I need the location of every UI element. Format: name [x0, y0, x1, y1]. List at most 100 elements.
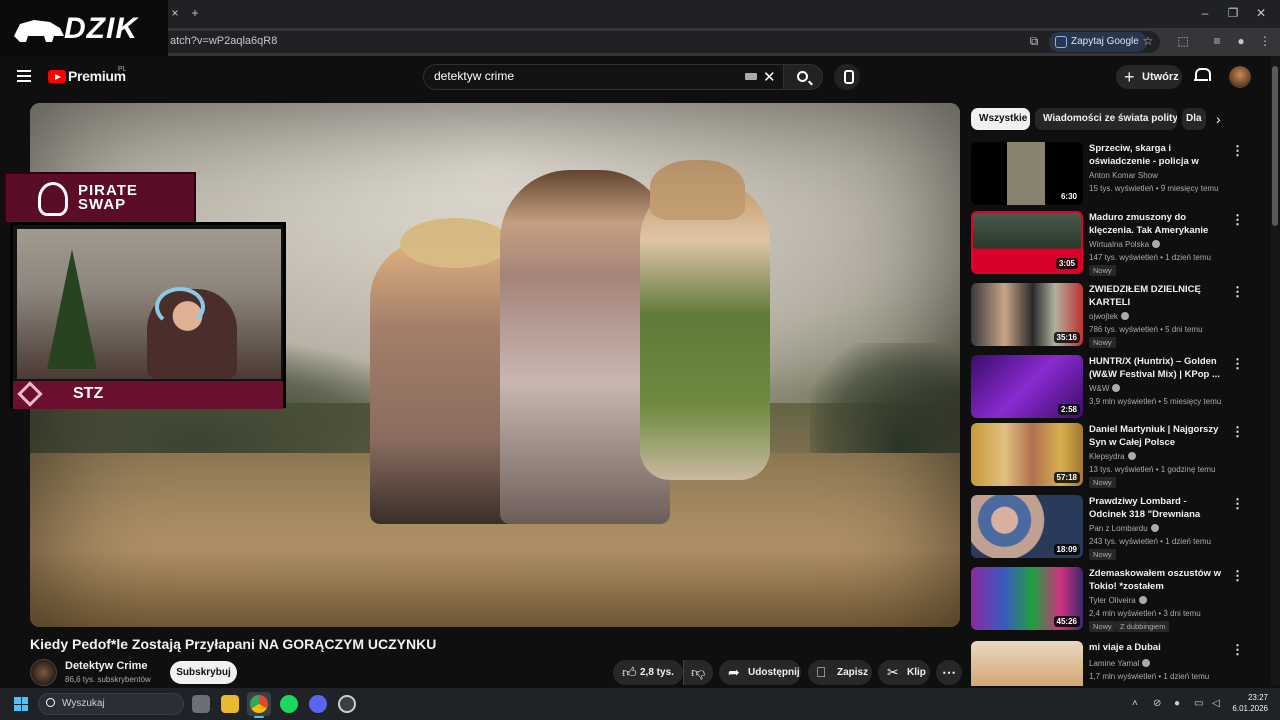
recommendation-item[interactable]: 3:05 Maduro zmuszony do klęczenia. Tak A… [971, 211, 1244, 277]
bookmark-star-icon[interactable]: ☆ [1141, 34, 1155, 48]
video-thumbnail[interactable]: 6:30 [971, 142, 1083, 205]
keyboard-icon[interactable] [745, 73, 757, 80]
more-vertical-icon[interactable]: ⋮ [1231, 642, 1243, 658]
chrome-icon[interactable] [250, 695, 268, 713]
recommendation-item[interactable]: 2:58 HUNTR/X (Huntrix) – Golden (W&W Fes… [971, 355, 1244, 421]
volume-icon[interactable]: ◁ [1212, 698, 1220, 709]
save-button[interactable]: ⎕ Zapisz [808, 660, 872, 685]
more-vertical-icon[interactable]: ⋮ [1231, 356, 1244, 372]
chip-for-you[interactable]: Dla [1182, 108, 1206, 130]
more-vertical-icon[interactable]: ⋮ [1231, 568, 1244, 584]
like-button[interactable]: 👍︎ 2,8 tys. [613, 660, 683, 685]
video-thumbnail[interactable]: 57:18 [971, 423, 1083, 486]
video-thumbnail[interactable]: 18:09 [971, 495, 1083, 558]
task-view-icon[interactable] [192, 695, 210, 713]
create-button[interactable]: + Utwórz [1116, 65, 1182, 89]
search-input-value[interactable]: detektyw crime [434, 69, 514, 83]
recommendation-item[interactable]: 35:16 ZWIEDZIŁEM DZIELNICĘ KARTELI ojwoj… [971, 283, 1244, 349]
recommendation-channel[interactable]: W&W [1089, 384, 1121, 393]
spotify-icon[interactable] [280, 695, 298, 713]
recommendation-item[interactable]: 45:26 Zdemaskowałem oszustów w Tokio! *z… [971, 567, 1244, 633]
recommendation-channel[interactable]: Pan z Lombardu [1089, 524, 1159, 533]
install-app-icon[interactable]: ⧉ [1027, 34, 1041, 48]
more-actions-button[interactable]: ⋯ [936, 660, 962, 685]
media-control-icon[interactable]: ≡ [1210, 34, 1224, 48]
window-close-icon[interactable]: ✕ [1254, 6, 1268, 20]
video-thumbnail[interactable]: 45:26 [971, 567, 1083, 630]
scrollbar-thumb[interactable] [1272, 66, 1278, 226]
profile-icon[interactable]: ● [1234, 34, 1248, 48]
video-thumbnail[interactable] [971, 641, 1083, 686]
recommendation-item[interactable]: mi viaje a Dubai Lamine Yamal 1,7 mln wy… [971, 641, 1243, 686]
address-bar[interactable] [150, 31, 1160, 53]
discord-icon[interactable] [309, 695, 327, 713]
display-icon[interactable]: ▭ [1194, 698, 1203, 709]
more-vertical-icon[interactable]: ⋮ [1231, 284, 1244, 300]
recommendation-channel-name: Lamine Yamal [1089, 659, 1140, 668]
channel-name[interactable]: Detektyw Crime [65, 660, 148, 672]
tray-chevron-icon[interactable]: ˄ [1132, 698, 1138, 709]
more-vertical-icon[interactable]: ⋮ [1231, 143, 1244, 159]
dislike-button[interactable]: 👎︎ [683, 660, 713, 685]
ask-google-button[interactable]: Zapytaj Google [1049, 32, 1147, 52]
recommendation-item[interactable]: 6:30 Sprzeciw, skarga i oświadczenie - p… [971, 142, 1244, 208]
chip-politics[interactable]: Wiadomości ze świata polityki [1035, 108, 1177, 130]
recommendation-channel[interactable]: Klepsydra [1089, 452, 1136, 461]
extensions-icon[interactable]: ⬚ [1176, 34, 1190, 48]
chevron-right-icon[interactable]: › [1216, 111, 1221, 127]
boar-icon [14, 20, 64, 42]
recommendation-title[interactable]: HUNTR/X (Huntrix) – Golden (W&W Festival… [1089, 355, 1225, 381]
recommendation-item[interactable]: 18:09 Prawdziwy Lombard - Odcinek 318 "D… [971, 495, 1244, 561]
headset-icon [155, 287, 205, 327]
file-explorer-icon[interactable] [221, 695, 239, 713]
obs-icon[interactable] [338, 695, 356, 713]
more-vertical-icon[interactable]: ⋮ [1231, 212, 1244, 228]
recommendation-title[interactable]: mi viaje a Dubai [1089, 641, 1225, 654]
menu-icon[interactable] [17, 70, 31, 82]
video-thumbnail[interactable]: 2:58 [971, 355, 1083, 418]
windows-start-icon[interactable] [14, 697, 28, 711]
search-button[interactable] [783, 64, 823, 90]
recommendation-channel[interactable]: Lamine Yamal [1089, 659, 1151, 668]
recommendation-channel[interactable]: Tyler Oliveira [1089, 596, 1147, 605]
more-vertical-icon[interactable]: ⋮ [1231, 496, 1244, 512]
youtube-logo-icon[interactable] [48, 70, 66, 83]
network-off-icon[interactable]: ⊘ [1153, 698, 1161, 709]
recommendation-channel[interactable]: Wirtualna Polska [1089, 240, 1161, 249]
recommendation-title[interactable]: Zdemaskowałem oszustów w Tokio! *zostałe… [1089, 567, 1225, 593]
recommendation-title[interactable]: ZWIEDZIŁEM DZIELNICĘ KARTELI [1089, 283, 1225, 309]
tab-close-icon[interactable]: × [168, 6, 182, 20]
page-scrollbar[interactable] [1271, 56, 1280, 686]
account-avatar[interactable] [1229, 66, 1251, 88]
video-thumbnail[interactable]: 35:16 [971, 283, 1083, 346]
thumbs-up-icon: 👍︎ [622, 664, 637, 680]
recommendation-title[interactable]: Daniel Martyniuk | Najgorszy Syn w Całej… [1089, 423, 1225, 449]
recommendation-item[interactable]: 57:18 Daniel Martyniuk | Najgorszy Syn w… [971, 423, 1244, 489]
voice-search-icon[interactable] [834, 64, 860, 90]
recommendation-channel[interactable]: ojwojtek [1089, 312, 1129, 321]
video-thumbnail[interactable]: 3:05 [971, 211, 1083, 274]
recommendation-title[interactable]: Prawdziwy Lombard - Odcinek 318 "Drewnia… [1089, 495, 1225, 521]
verified-icon [1150, 524, 1159, 532]
clip-button[interactable]: ✂ Klip [878, 660, 930, 685]
recommendation-title[interactable]: Sprzeciw, skarga i oświadczenie - policj… [1089, 142, 1225, 168]
more-vertical-icon[interactable]: ⋮ [1231, 424, 1244, 440]
share-button[interactable]: ➦ Udostępnij [719, 660, 801, 685]
recommendation-channel[interactable]: Anton Komar Show [1089, 171, 1158, 180]
taskbar-search-placeholder[interactable]: Wyszukaj [62, 698, 105, 709]
new-tab-icon[interactable]: + [188, 6, 202, 20]
channel-avatar[interactable] [30, 659, 57, 686]
notifications-bell-icon[interactable] [1194, 67, 1211, 83]
taskbar-search[interactable] [38, 693, 184, 715]
clock-date: 6.01.2026 [1232, 704, 1268, 713]
chip-all[interactable]: Wszystkie [971, 108, 1030, 130]
subscribe-button[interactable]: Subskrybuj [170, 661, 237, 684]
taskbar-clock[interactable]: 23:27 6.01.2026 [1228, 692, 1268, 714]
clear-search-icon[interactable]: ✕ [763, 68, 776, 86]
restore-icon[interactable]: ❐ [1226, 6, 1240, 20]
recommendation-title[interactable]: Maduro zmuszony do klęczenia. Tak Ameryk… [1089, 211, 1225, 237]
browser-menu-icon[interactable]: ⋮ [1258, 34, 1272, 48]
minimize-icon[interactable]: – [1198, 6, 1212, 20]
microphone-icon[interactable]: ● [1174, 698, 1180, 709]
address-url[interactable]: atch?v=wP2aqla6qR8 [170, 35, 277, 47]
